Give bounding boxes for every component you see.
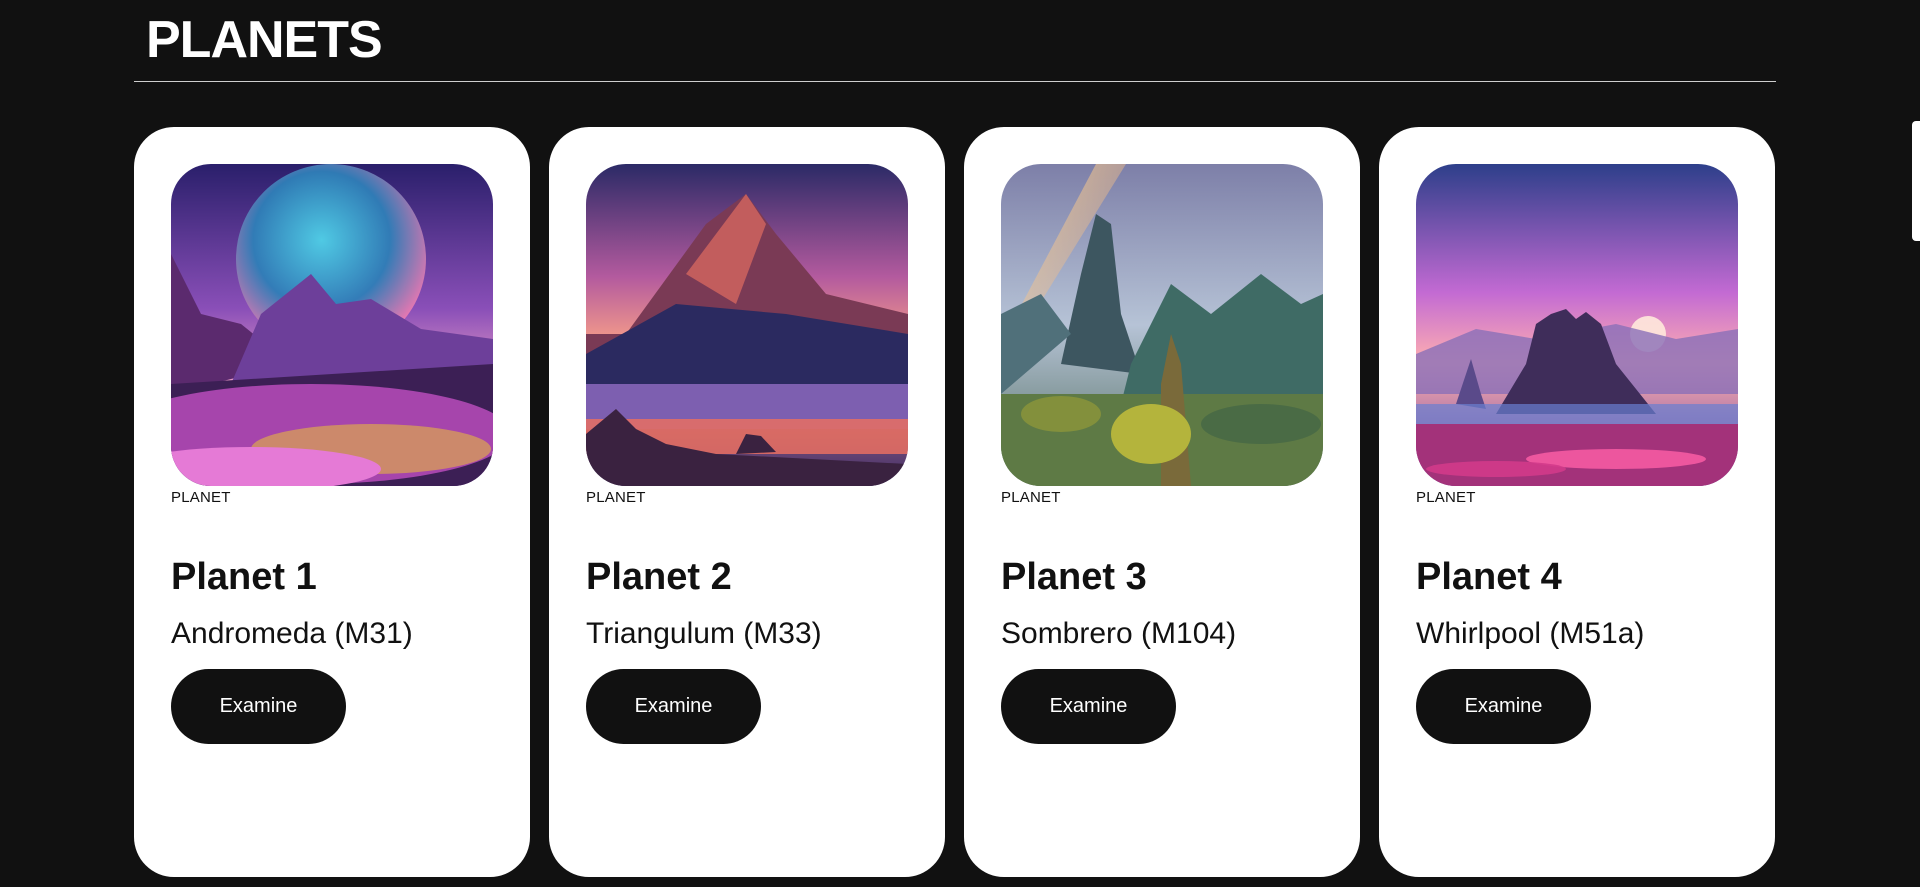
card-category-label: PLANET xyxy=(1001,489,1061,506)
card-subtitle: Triangulum (M33) xyxy=(586,617,822,650)
section-title: PLANETS xyxy=(146,11,383,69)
card-subtitle: Sombrero (M104) xyxy=(1001,617,1237,650)
examine-button[interactable]: Examine xyxy=(1001,669,1176,744)
card-category-label: PLANET xyxy=(171,489,231,506)
page: PLANETS PLANET Planet 1 Andromeda (M31) … xyxy=(0,0,1920,887)
planet-landscape-image xyxy=(1001,164,1323,486)
card-title: Planet 2 xyxy=(586,556,732,598)
planet-card: PLANET Planet 3 Sombrero (M104) Examine xyxy=(964,127,1360,877)
examine-button[interactable]: Examine xyxy=(586,669,761,744)
planet-card: PLANET Planet 2 Triangulum (M33) Examine xyxy=(549,127,945,877)
card-title: Planet 4 xyxy=(1416,556,1562,598)
planet-card: PLANET Planet 1 Andromeda (M31) Examine xyxy=(134,127,530,877)
planet-image xyxy=(586,164,908,486)
planet-card: PLANET Planet 4 Whirlpool (M51a) Examine xyxy=(1379,127,1775,877)
planet-card-list: PLANET Planet 1 Andromeda (M31) Examine xyxy=(134,127,1776,877)
scrollbar-thumb[interactable] xyxy=(1912,121,1920,241)
card-subtitle: Andromeda (M31) xyxy=(171,617,413,650)
card-title: Planet 3 xyxy=(1001,556,1147,598)
card-subtitle: Whirlpool (M51a) xyxy=(1416,617,1645,650)
section-divider xyxy=(134,81,1776,82)
examine-button[interactable]: Examine xyxy=(171,669,346,744)
card-category-label: PLANET xyxy=(586,489,646,506)
planet-image xyxy=(171,164,493,486)
planet-image xyxy=(1001,164,1323,486)
planet-landscape-image xyxy=(1416,164,1738,486)
card-category-label: PLANET xyxy=(1416,489,1476,506)
card-title: Planet 1 xyxy=(171,556,317,598)
planet-landscape-image xyxy=(586,164,908,486)
planet-image xyxy=(1416,164,1738,486)
examine-button[interactable]: Examine xyxy=(1416,669,1591,744)
planet-landscape-image xyxy=(171,164,493,486)
